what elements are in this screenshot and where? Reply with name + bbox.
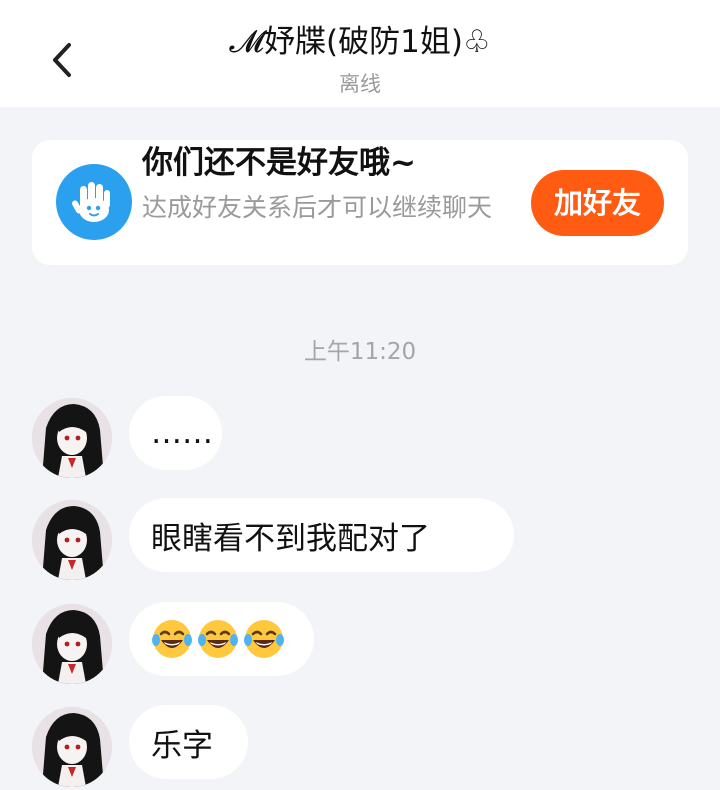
- online-status: 离线: [339, 72, 381, 96]
- message-bubble[interactable]: [129, 602, 314, 676]
- message-row: 乐字: [0, 705, 720, 787]
- banner-subtitle: 达成好友关系后才可以继续聊天: [142, 193, 493, 222]
- tears-of-joy-emoji: [198, 620, 238, 658]
- avatar[interactable]: [32, 604, 112, 684]
- tears-of-joy-emoji: [152, 620, 192, 658]
- message-bubble[interactable]: 眼瞎看不到我配对了: [129, 498, 514, 572]
- contact-name: 𝓜妤牒(破防1姐)♧: [229, 24, 491, 60]
- avatar[interactable]: [32, 707, 112, 787]
- friend-request-banner: 你们还不是好友哦~ 达成好友关系后才可以继续聊天 加好友: [32, 140, 688, 265]
- avatar[interactable]: [32, 500, 112, 580]
- message-row: 眼瞎看不到我配对了: [0, 498, 720, 580]
- message-row: ……: [0, 396, 720, 478]
- message-bubble[interactable]: ……: [129, 396, 222, 470]
- message-timestamp: 上午11:20: [303, 339, 417, 365]
- avatar[interactable]: [32, 398, 112, 478]
- chat-header: 𝓜妤牒(破防1姐)♧ 离线: [0, 0, 720, 107]
- tears-of-joy-emoji: [244, 620, 284, 658]
- message-row: [0, 602, 720, 684]
- hand-wave-icon: [56, 164, 132, 240]
- banner-title: 你们还不是好友哦~: [142, 145, 416, 181]
- add-friend-button[interactable]: 加好友: [531, 170, 664, 236]
- message-bubble[interactable]: 乐字: [129, 705, 248, 779]
